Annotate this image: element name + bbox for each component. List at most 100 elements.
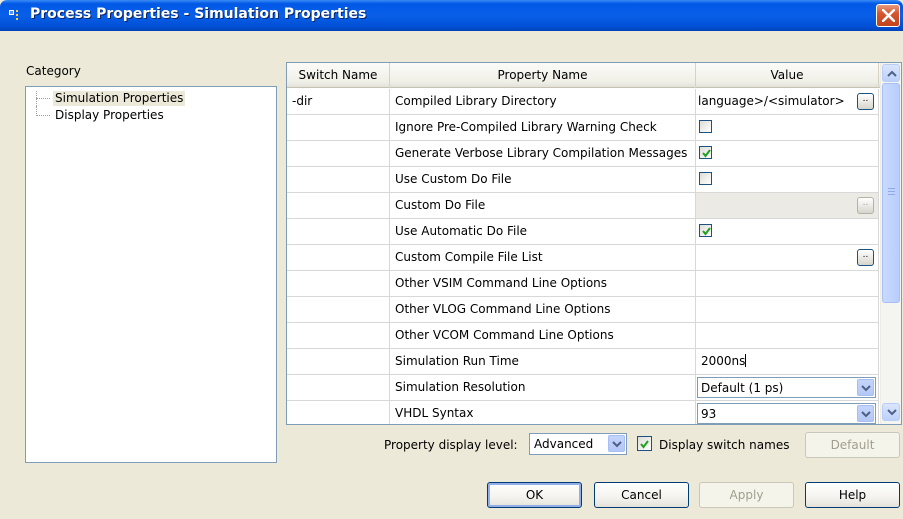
value-checkbox[interactable] (699, 172, 712, 185)
value-checkbox[interactable] (699, 224, 712, 237)
close-button[interactable] (876, 4, 900, 27)
dropdown-button[interactable] (857, 405, 874, 422)
property-name-cell: Other VLOG Command Line Options (390, 297, 696, 323)
switch-name-cell (287, 245, 390, 271)
table-row[interactable]: Other VSIM Command Line Options (287, 271, 879, 297)
checkmark-icon (640, 440, 649, 449)
switch-name-cell: -dir (287, 89, 390, 115)
switch-name-cell (287, 323, 390, 349)
browse-button[interactable]: .. (857, 93, 874, 110)
switch-name-cell (287, 141, 390, 167)
column-header-property-name[interactable]: Property Name (390, 63, 696, 88)
value-cell[interactable] (696, 115, 879, 141)
table-row[interactable]: VHDL Syntax 93 (287, 401, 879, 424)
vhdl-syntax-select[interactable]: 93 (697, 403, 876, 424)
table-row[interactable]: Use Automatic Do File (287, 219, 879, 245)
property-name-cell: Custom Compile File List (390, 245, 696, 271)
table-row[interactable]: Simulation Run Time 2000ns (287, 349, 879, 375)
switch-name-cell (287, 401, 390, 424)
value-cell[interactable]: .. (696, 245, 879, 271)
select-value: 93 (701, 407, 717, 421)
table-row[interactable]: Custom Compile File List .. (287, 245, 879, 271)
value-cell[interactable]: Default (1 ps) (696, 375, 879, 401)
grip-line (888, 188, 895, 189)
title-bar: Process Properties - Simulation Properti… (0, 0, 903, 31)
tree-connector (36, 98, 50, 99)
chevron-down-icon (861, 385, 871, 392)
table-row[interactable]: Other VCOM Command Line Options (287, 323, 879, 349)
vertical-scrollbar[interactable] (880, 63, 901, 424)
value-cell[interactable]: 2000ns (696, 349, 879, 375)
value-cell[interactable]: 93 (696, 401, 879, 424)
chevron-down-icon (887, 409, 897, 416)
value-checkbox[interactable] (699, 120, 712, 133)
tree-item-label: Simulation Properties (53, 91, 186, 106)
grip-line (888, 191, 895, 192)
column-header-value[interactable]: Value (696, 63, 879, 88)
tree-item-simulation-properties[interactable]: Simulation Properties (26, 91, 276, 106)
tree-connector (36, 115, 50, 116)
browse-button[interactable]: .. (857, 249, 874, 266)
property-name-cell: Simulation Resolution (390, 375, 696, 401)
simulation-run-time-input[interactable]: 2000ns (701, 354, 745, 368)
scroll-up-button[interactable] (882, 64, 900, 82)
app-icon (9, 10, 18, 20)
table-row[interactable]: Use Custom Do File (287, 167, 879, 193)
display-switch-names-label[interactable]: Display switch names (659, 438, 789, 452)
scroll-down-button[interactable] (882, 403, 900, 421)
property-name-cell: Use Custom Do File (390, 167, 696, 193)
checkmark-icon (702, 227, 711, 236)
value-cell[interactable] (696, 271, 879, 297)
table-row[interactable]: -dir Compiled Library Directory language… (287, 89, 879, 115)
grid-header: Switch Name Property Name Value (287, 63, 901, 88)
scroll-thumb[interactable] (882, 83, 900, 303)
column-header-switch-name[interactable]: Switch Name (287, 63, 390, 88)
dropdown-button[interactable] (608, 435, 625, 452)
checkmark-icon (702, 149, 711, 158)
switch-name-cell (287, 115, 390, 141)
default-button[interactable]: Default (805, 432, 900, 458)
value-cell: .. (696, 193, 879, 219)
simulation-resolution-select[interactable]: Default (1 ps) (697, 377, 876, 398)
help-button[interactable]: Help (805, 482, 900, 508)
apply-button[interactable]: Apply (699, 482, 794, 508)
value-cell[interactable] (696, 323, 879, 349)
value-text: language>/<simulator> (698, 94, 845, 108)
tree-item-label: Display Properties (55, 108, 164, 122)
switch-name-cell (287, 349, 390, 375)
property-display-level-select[interactable]: Advanced (529, 433, 627, 455)
tree-item-display-properties[interactable]: Display Properties (26, 106, 276, 123)
value-checkbox[interactable] (699, 146, 712, 159)
value-cell[interactable] (696, 297, 879, 323)
table-row[interactable]: Custom Do File .. (287, 193, 879, 219)
display-switch-names-checkbox[interactable] (637, 436, 652, 451)
table-row[interactable]: Simulation Resolution Default (1 ps) (287, 375, 879, 401)
value-cell[interactable] (696, 167, 879, 193)
window-title: Process Properties - Simulation Properti… (30, 6, 367, 22)
value-cell[interactable] (696, 141, 879, 167)
table-row[interactable]: Generate Verbose Library Compilation Mes… (287, 141, 879, 167)
chevron-down-icon (861, 411, 871, 418)
dropdown-button[interactable] (857, 379, 874, 396)
ok-button[interactable]: OK (487, 482, 582, 508)
property-name-cell: Ignore Pre-Compiled Library Warning Chec… (390, 115, 696, 141)
text-caret (745, 354, 747, 367)
chevron-up-icon (887, 70, 897, 77)
property-grid[interactable]: Switch Name Property Name Value -dir Com… (286, 62, 902, 425)
select-value: Advanced (534, 437, 594, 451)
process-properties-dialog: Process Properties - Simulation Properti… (0, 0, 903, 519)
property-display-level-label: Property display level: (384, 438, 518, 452)
property-name-cell: Use Automatic Do File (390, 219, 696, 245)
property-name-cell: Simulation Run Time (390, 349, 696, 375)
chevron-down-icon (612, 441, 622, 448)
property-name-cell: Other VSIM Command Line Options (390, 271, 696, 297)
switch-name-cell (287, 167, 390, 193)
table-row[interactable]: Other VLOG Command Line Options (287, 297, 879, 323)
value-cell[interactable]: language>/<simulator> .. (696, 89, 879, 115)
category-tree[interactable]: Simulation Properties Display Properties (25, 86, 277, 463)
property-name-cell: VHDL Syntax (390, 401, 696, 424)
value-cell[interactable] (696, 219, 879, 245)
switch-name-cell (287, 297, 390, 323)
cancel-button[interactable]: Cancel (594, 482, 689, 508)
table-row[interactable]: Ignore Pre-Compiled Library Warning Chec… (287, 115, 879, 141)
